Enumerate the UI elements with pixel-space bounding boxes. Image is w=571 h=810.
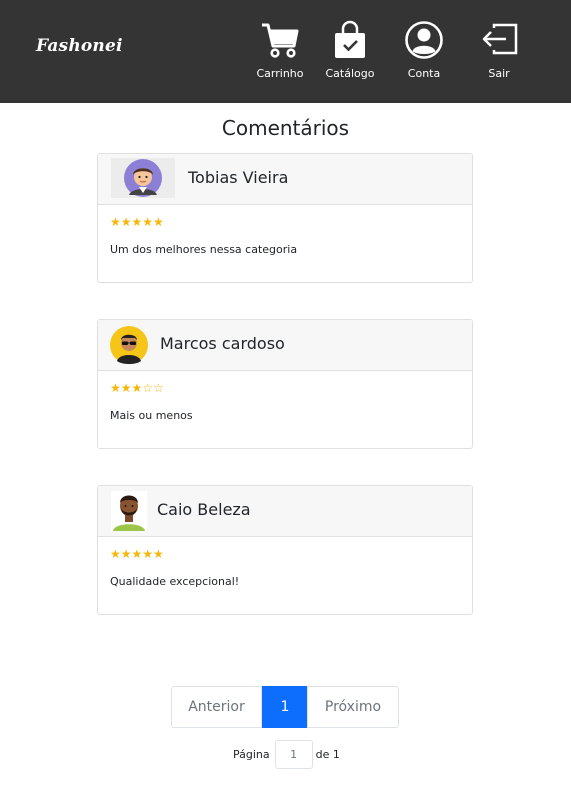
- review-comment: Um dos melhores nessa categoria: [110, 243, 298, 256]
- rating-stars: ★★★☆☆: [110, 381, 164, 395]
- brand-logo[interactable]: Fashonei: [36, 36, 123, 56]
- review-header: Marcos cardoso: [98, 320, 472, 371]
- review-card: Tobias Vieira ★★★★★ Um dos melhores ness…: [97, 153, 473, 283]
- nav-catalog[interactable]: Catálogo: [319, 20, 381, 86]
- rating-stars: ★★★★★: [110, 215, 164, 229]
- review-comment: Mais ou menos: [110, 409, 193, 422]
- review-author: Caio Beleza: [157, 500, 251, 519]
- review-comment: Qualidade excepcional!: [110, 575, 240, 588]
- user-icon: [405, 21, 443, 59]
- nav-catalog-label: Catálogo: [325, 67, 375, 80]
- page-number-input[interactable]: [274, 740, 313, 769]
- pagination: Anterior 1 Próximo: [171, 686, 399, 728]
- nav-exit[interactable]: Sair: [468, 20, 530, 86]
- previous-page-button[interactable]: Anterior: [171, 686, 262, 728]
- nav-account[interactable]: Conta: [393, 20, 455, 86]
- page-total-label: de 1: [315, 748, 340, 761]
- review-card: Caio Beleza ★★★★★ Qualidade excepcional!: [97, 485, 473, 615]
- current-page-button[interactable]: 1: [262, 686, 308, 728]
- nav-exit-label: Sair: [488, 67, 510, 80]
- nav-cart-label: Carrinho: [256, 67, 304, 80]
- avatar: [111, 491, 147, 531]
- rating-stars: ★★★★★: [110, 547, 164, 561]
- review-header: Caio Beleza: [98, 486, 472, 537]
- page-title: Comentários: [221, 116, 350, 140]
- review-header: Tobias Vieira: [98, 154, 472, 205]
- page-label: Página: [233, 748, 270, 761]
- next-page-button[interactable]: Próximo: [307, 686, 399, 728]
- review-author: Marcos cardoso: [160, 334, 285, 353]
- nav-cart[interactable]: Carrinho: [249, 20, 311, 86]
- cart-icon: [262, 23, 299, 58]
- avatar: [110, 326, 148, 364]
- review-card: Marcos cardoso ★★★☆☆ Mais ou menos: [97, 319, 473, 449]
- shopping-bag-icon: [335, 20, 365, 58]
- sign-out-icon: [482, 23, 518, 55]
- page-jump: Página de 1: [233, 740, 340, 769]
- avatar: [111, 158, 175, 198]
- navbar: Fashonei Carrinho Catálogo Conta Sair: [0, 0, 571, 103]
- review-author: Tobias Vieira: [188, 168, 289, 187]
- nav-account-label: Conta: [407, 67, 441, 80]
